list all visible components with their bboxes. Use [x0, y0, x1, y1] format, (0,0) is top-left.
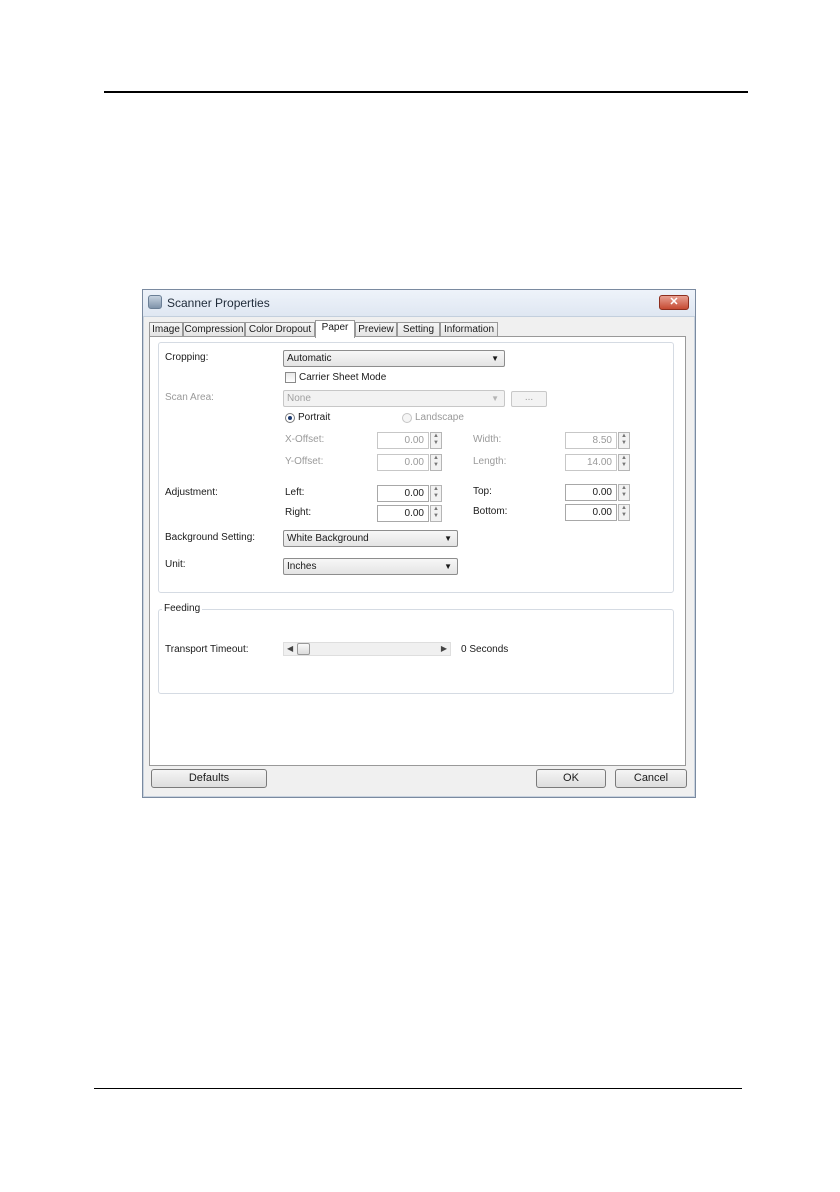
- tab-information[interactable]: Information: [440, 322, 498, 337]
- length-spinner[interactable]: ▲ ▼: [618, 454, 630, 471]
- x-offset-spinner[interactable]: ▲ ▼: [430, 432, 442, 449]
- scan-area-dropdown[interactable]: None ▼: [283, 390, 505, 407]
- tab-paper[interactable]: Paper: [315, 320, 355, 338]
- chevron-down-icon: ▼: [444, 534, 452, 543]
- chevron-down-icon: ▼: [444, 562, 452, 571]
- transport-timeout-slider[interactable]: ◀ ▶: [283, 642, 451, 656]
- tab-image[interactable]: Image: [149, 322, 183, 337]
- portrait-label[interactable]: Portrait: [298, 412, 330, 424]
- cropping-dropdown[interactable]: Automatic ▼: [283, 350, 505, 367]
- portrait-radio[interactable]: [285, 413, 295, 423]
- right-spinner[interactable]: ▲ ▼: [430, 505, 442, 522]
- bottom-label: Bottom:: [473, 506, 508, 517]
- scan-area-browse-button[interactable]: ...: [511, 391, 547, 407]
- background-setting-value: White Background: [287, 533, 369, 544]
- right-label: Right:: [285, 507, 312, 518]
- width-label: Width:: [473, 434, 502, 445]
- carrier-sheet-label[interactable]: Carrier Sheet Mode: [299, 372, 386, 384]
- left-input[interactable]: 0.00: [377, 485, 429, 502]
- title-bar[interactable]: Scanner Properties ✕: [143, 290, 695, 317]
- background-setting-label: Background Setting:: [165, 532, 256, 543]
- feeding-group-label: Feeding: [162, 603, 203, 614]
- left-spinner[interactable]: ▲ ▼: [430, 485, 442, 502]
- slider-thumb[interactable]: [297, 643, 310, 655]
- cancel-button[interactable]: Cancel: [615, 769, 687, 788]
- tab-compression[interactable]: Compression: [183, 322, 245, 337]
- unit-dropdown[interactable]: Inches ▼: [283, 558, 458, 575]
- tab-setting[interactable]: Setting: [397, 322, 440, 337]
- bottom-spinner[interactable]: ▲ ▼: [618, 504, 630, 521]
- top-input[interactable]: 0.00: [565, 484, 617, 501]
- y-offset-spinner[interactable]: ▲ ▼: [430, 454, 442, 471]
- unit-label: Unit:: [165, 559, 186, 570]
- header-rule: [104, 91, 748, 93]
- chevron-down-icon: ▼: [491, 394, 499, 403]
- scanner-properties-dialog: Scanner Properties ✕ Image Compression C…: [142, 289, 696, 798]
- ok-button[interactable]: OK: [536, 769, 606, 788]
- width-input[interactable]: 8.50: [565, 432, 617, 449]
- window-title: Scanner Properties: [167, 296, 270, 310]
- tab-color-dropout[interactable]: Color Dropout: [245, 322, 315, 337]
- cropping-label: Cropping:: [165, 352, 209, 363]
- tab-preview[interactable]: Preview: [355, 322, 397, 337]
- length-input[interactable]: 14.00: [565, 454, 617, 471]
- scroll-left-icon[interactable]: ◀: [287, 643, 293, 655]
- footer-rule: [94, 1088, 742, 1089]
- paper-tab-panel: Cropping: Automatic ▼ Carrier Sheet Mode…: [149, 336, 686, 766]
- scanner-app-icon: [148, 295, 162, 309]
- cropping-value: Automatic: [287, 353, 332, 364]
- left-label: Left:: [285, 487, 305, 498]
- scan-area-value: None: [287, 393, 311, 404]
- chevron-down-icon: ▼: [491, 354, 499, 363]
- x-offset-input[interactable]: 0.00: [377, 432, 429, 449]
- background-setting-dropdown[interactable]: White Background ▼: [283, 530, 458, 547]
- carrier-sheet-checkbox[interactable]: [285, 372, 296, 383]
- top-label: Top:: [473, 486, 492, 497]
- scroll-right-icon[interactable]: ▶: [441, 643, 447, 655]
- transport-timeout-value: 0 Seconds: [461, 644, 509, 655]
- landscape-label[interactable]: Landscape: [415, 412, 464, 424]
- width-spinner[interactable]: ▲ ▼: [618, 432, 630, 449]
- bottom-input[interactable]: 0.00: [565, 504, 617, 521]
- landscape-radio[interactable]: [402, 413, 412, 423]
- adjustment-label: Adjustment:: [165, 487, 218, 498]
- y-offset-label: Y-Offset:: [285, 456, 324, 467]
- close-button[interactable]: ✕: [659, 295, 689, 310]
- x-offset-label: X-Offset:: [285, 434, 325, 445]
- unit-value: Inches: [287, 561, 317, 572]
- y-offset-input[interactable]: 0.00: [377, 454, 429, 471]
- scan-area-label: Scan Area:: [165, 392, 214, 403]
- right-input[interactable]: 0.00: [377, 505, 429, 522]
- defaults-button[interactable]: Defaults: [151, 769, 267, 788]
- top-spinner[interactable]: ▲ ▼: [618, 484, 630, 501]
- transport-timeout-label: Transport Timeout:: [165, 644, 249, 655]
- length-label: Length:: [473, 456, 507, 467]
